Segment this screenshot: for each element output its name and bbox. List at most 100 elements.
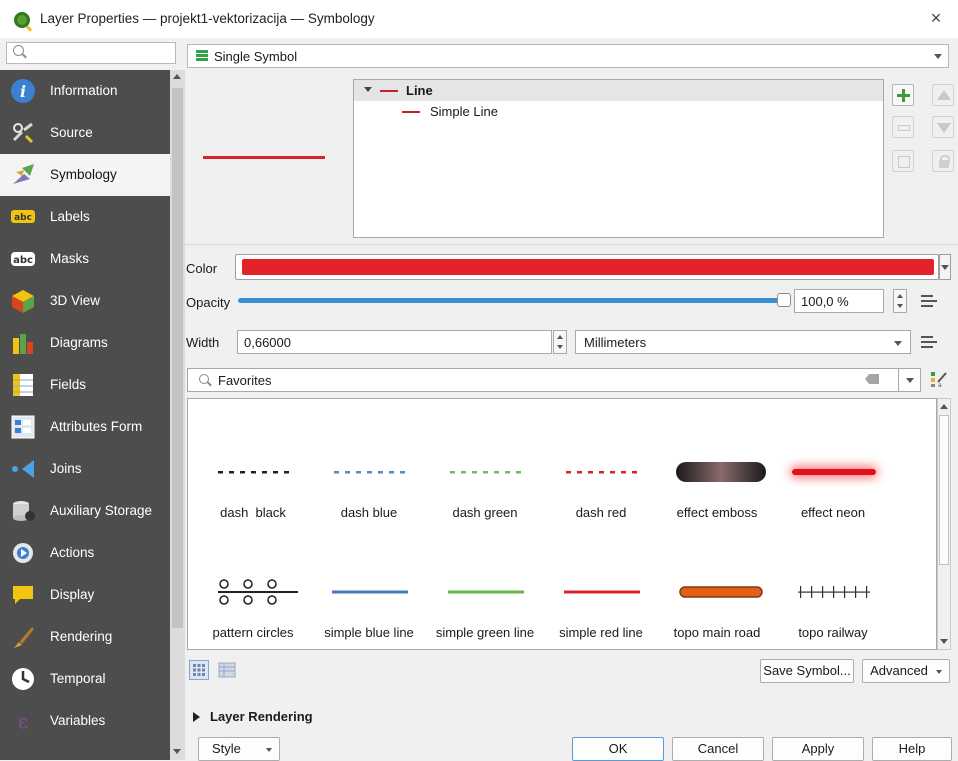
symbol-item-simple-green-line[interactable]: simple green line bbox=[428, 537, 542, 647]
gallery-scrollbar[interactable] bbox=[937, 398, 951, 650]
save-symbol-button[interactable]: Save Symbol... bbox=[760, 659, 854, 683]
symbol-gallery: dash black dash blue dash green dash red ef… bbox=[187, 398, 937, 650]
tree-row-line[interactable]: Line bbox=[354, 80, 883, 101]
symbol-layer-tree: Line Simple Line bbox=[353, 79, 884, 238]
advanced-button[interactable]: Advanced bbox=[862, 659, 950, 683]
opacity-spin-arrows[interactable] bbox=[893, 289, 907, 313]
unit-value: Millimeters bbox=[584, 335, 647, 350]
opacity-spinbox[interactable]: 100,0 % bbox=[794, 289, 884, 313]
style-manager-icon[interactable]: a bbox=[930, 370, 948, 388]
sidebar-item-symbology[interactable]: Symbology bbox=[0, 154, 170, 196]
sidebar-item-fields[interactable]: Fields bbox=[0, 364, 170, 406]
sidebar-item-3d-view[interactable]: 3D View bbox=[0, 280, 170, 322]
icon-view-button[interactable] bbox=[189, 660, 209, 680]
symbol-item-dash-green[interactable]: dash green bbox=[428, 417, 542, 527]
remove-layer-button[interactable] bbox=[892, 116, 914, 138]
data-defined-override-icon[interactable] bbox=[921, 293, 939, 309]
sidebar-item-attributes-form[interactable]: Attributes Form bbox=[0, 406, 170, 448]
expand-caret-icon[interactable] bbox=[364, 87, 372, 92]
opacity-slider[interactable] bbox=[238, 298, 783, 303]
tag-filter-dropdown[interactable] bbox=[898, 368, 921, 392]
symbol-item-label: dash red bbox=[575, 505, 627, 520]
sidebar: i Information Source Symbology abc Labels abc M… bbox=[0, 38, 185, 760]
lock-icon bbox=[939, 155, 950, 168]
color-button[interactable] bbox=[235, 254, 939, 280]
sidebar-item-joins[interactable]: Joins bbox=[0, 448, 170, 490]
ok-button[interactable]: OK bbox=[572, 737, 664, 761]
symbol-item-label: effect neon bbox=[800, 505, 866, 520]
arrow-up-icon bbox=[937, 90, 951, 100]
sidebar-item-information[interactable]: i Information bbox=[0, 70, 170, 112]
sidebar-search-input[interactable] bbox=[6, 42, 176, 64]
apply-button[interactable]: Apply bbox=[772, 737, 864, 761]
sidebar-item-temporal[interactable]: Temporal bbox=[0, 658, 170, 700]
scroll-down-icon[interactable] bbox=[940, 639, 948, 644]
scroll-thumb[interactable] bbox=[172, 88, 183, 628]
scroll-thumb[interactable] bbox=[939, 415, 949, 565]
symbol-item-pattern-circles[interactable]: pattern circles bbox=[196, 537, 310, 647]
sidebar-scrollbar[interactable] bbox=[170, 70, 185, 760]
symbol-item-dash-red[interactable]: dash red bbox=[544, 417, 658, 527]
labels-icon: abc bbox=[11, 210, 35, 223]
unit-select[interactable]: Millimeters bbox=[575, 330, 911, 354]
renderer-select[interactable]: Single Symbol bbox=[187, 44, 949, 68]
help-button[interactable]: Help bbox=[872, 737, 952, 761]
opacity-slider-handle[interactable] bbox=[777, 293, 791, 307]
sidebar-item-source[interactable]: Source bbox=[0, 112, 170, 154]
symbol-item-label: topo main road bbox=[673, 625, 761, 640]
lock-layer-button[interactable] bbox=[932, 150, 954, 172]
symbol-item-simple-blue-line[interactable]: simple blue line bbox=[312, 537, 426, 647]
sidebar-item-labels[interactable]: abc Labels bbox=[0, 196, 170, 238]
symbol-preview-icon bbox=[679, 586, 763, 598]
sidebar-item-rendering[interactable]: Rendering bbox=[0, 616, 170, 658]
sidebar-item-actions[interactable]: Actions bbox=[0, 532, 170, 574]
cancel-button[interactable]: Cancel bbox=[672, 737, 764, 761]
opacity-label: Opacity bbox=[186, 295, 231, 310]
symbol-item-effect-neon[interactable]: effect neon bbox=[776, 417, 890, 527]
symbol-preview-icon bbox=[448, 590, 524, 594]
symbol-item-topo-railway[interactable]: topo railway bbox=[776, 537, 890, 647]
scroll-down-icon[interactable] bbox=[173, 749, 181, 754]
width-spinbox[interactable]: 0,66000 bbox=[237, 330, 552, 354]
list-view-button[interactable] bbox=[217, 660, 237, 680]
move-up-button[interactable] bbox=[932, 84, 954, 106]
symbol-item-effect-emboss[interactable]: effect emboss bbox=[660, 417, 774, 527]
add-layer-button[interactable] bbox=[892, 84, 914, 106]
collapse-arrow-icon[interactable] bbox=[193, 712, 200, 722]
joins-icon bbox=[12, 460, 34, 478]
width-label: Width bbox=[186, 335, 220, 350]
close-button[interactable]: × bbox=[924, 8, 948, 29]
symbol-preview-icon bbox=[566, 471, 637, 474]
symbol-item-simple-red-line[interactable]: simple red line bbox=[544, 537, 658, 647]
duplicate-layer-button[interactable] bbox=[892, 150, 914, 172]
symbol-item-label: effect emboss bbox=[676, 505, 758, 520]
layer-rendering-header[interactable]: Layer Rendering bbox=[210, 709, 313, 724]
symbol-item-topo-main-road[interactable]: topo main road bbox=[660, 537, 774, 647]
symbol-item-dash-blue[interactable]: dash blue bbox=[312, 417, 426, 527]
tree-child-label[interactable]: Simple Line bbox=[430, 104, 498, 119]
sidebar-item-auxiliary-storage[interactable]: Auxiliary Storage bbox=[0, 490, 170, 532]
svg-text:abc: abc bbox=[14, 213, 32, 223]
sidebar-item-label: Symbology bbox=[50, 167, 117, 182]
symbol-item-label: dash green bbox=[452, 505, 518, 520]
move-down-button[interactable] bbox=[932, 116, 954, 138]
sidebar-item-masks[interactable]: abc Masks bbox=[0, 238, 170, 280]
sidebar-item-label: Rendering bbox=[50, 629, 113, 644]
search-icon bbox=[13, 45, 24, 56]
scroll-up-icon[interactable] bbox=[173, 74, 181, 79]
symbol-search-input[interactable]: Favorites bbox=[187, 368, 921, 392]
symbol-item-dash-black[interactable]: dash black bbox=[196, 417, 310, 527]
sidebar-item-variables[interactable]: ε Variables bbox=[0, 700, 170, 742]
color-dropdown-button[interactable] bbox=[939, 254, 951, 280]
sidebar-item-label: Actions bbox=[50, 545, 95, 560]
sidebar-item-label: 3D View bbox=[50, 293, 101, 308]
data-defined-override-icon[interactable] bbox=[921, 334, 939, 350]
opacity-value: 100,0 % bbox=[801, 294, 849, 309]
scroll-up-icon[interactable] bbox=[940, 404, 948, 409]
sidebar-item-display[interactable]: Display bbox=[0, 574, 170, 616]
symbol-preview-icon bbox=[218, 579, 298, 605]
simple-line-icon bbox=[402, 111, 420, 113]
sidebar-item-diagrams[interactable]: Diagrams bbox=[0, 322, 170, 364]
style-menu-button[interactable]: Style bbox=[198, 737, 280, 761]
width-spin-arrows[interactable] bbox=[553, 330, 567, 354]
